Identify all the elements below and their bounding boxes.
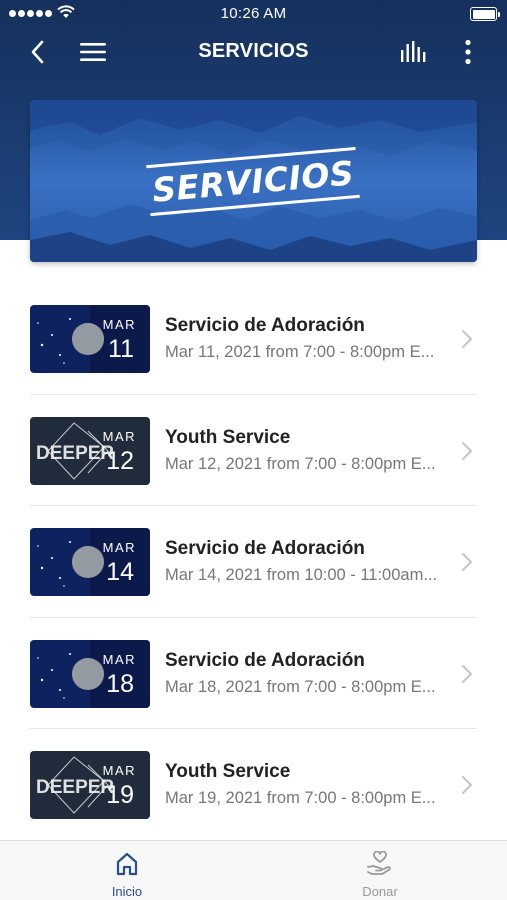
event-row[interactable]: DEEPER MAR 12 Youth Service Mar 12, 2021… [30,395,477,506]
chevron-right-icon [462,330,472,348]
tab-inicio[interactable]: Inicio [47,841,207,900]
banner-text: SERVICIOS [149,151,358,212]
chevron-right-icon [462,776,472,794]
event-thumbnail: MAR 18 [30,639,150,708]
event-day: 14 [106,558,134,586]
home-icon [116,852,138,876]
tab-label: Donar [362,884,398,899]
event-day: 12 [106,446,134,475]
event-datetime: Mar 14, 2021 from 10:00 - 11:00am... [165,566,438,584]
event-day: 11 [108,335,134,363]
event-thumbnail: DEEPER MAR 12 [30,416,150,485]
event-title: Youth Service [165,761,291,782]
chevron-right-icon [462,664,472,683]
event-thumbnail: MAR 14 [30,528,150,596]
donate-hand-heart-icon [367,851,391,875]
more-options-button[interactable] [452,36,484,68]
audio-button[interactable] [398,36,430,68]
page-title: SERVICIOS [198,40,309,62]
event-title: Youth Service [165,426,291,448]
svg-text:DEEPER: DEEPER [36,443,114,464]
battery-icon [470,7,500,21]
event-month: MAR [102,428,136,444]
event-month: MAR [102,651,136,667]
tab-label: Inicio [111,884,143,899]
event-title: Servicio de Adoración [165,315,365,336]
event-title: Servicio de Adoración [165,538,365,559]
event-month: MAR [102,540,136,555]
tab-bar: Inicio Donar [0,840,507,900]
event-title: Servicio de Adoración [165,649,365,671]
event-datetime: Mar 18, 2021 from 7:00 - 8:00pm E... [165,677,436,696]
status-bar: 10:26 AM [0,0,507,28]
svg-text:DEEPER: DEEPER [36,777,114,798]
event-month: MAR [102,317,136,332]
event-row[interactable]: MAR 18 Servicio de Adoración Mar 18, 202… [30,618,477,729]
event-day: 19 [106,781,134,809]
event-datetime: Mar 12, 2021 from 7:00 - 8:00pm E... [165,454,436,473]
tab-donar[interactable]: Donar [300,841,460,900]
event-row[interactable]: DEEPER MAR 19 Youth Service Mar 19, 2021… [30,729,477,841]
nav-bar: SERVICIOS [0,28,507,76]
event-datetime: Mar 11, 2021 from 7:00 - 8:00pm E... [165,343,435,361]
event-thumbnail: DEEPER MAR 19 [30,751,150,819]
audio-bars-icon [401,41,426,62]
event-list: MAR 11 Servicio de Adoración Mar 11, 202… [30,283,477,841]
event-day: 18 [106,669,134,698]
event-month: MAR [102,763,136,778]
hero-banner: SERVICIOS [30,100,477,262]
status-time: 10:26 AM [220,5,287,22]
event-datetime: Mar 19, 2021 from 7:00 - 8:00pm E... [165,789,436,807]
banner-title: SERVICIOS [30,100,477,262]
event-row[interactable]: MAR 11 Servicio de Adoración Mar 11, 202… [30,283,477,395]
chevron-right-icon [462,441,472,460]
more-vertical-icon [465,39,471,65]
event-thumbnail: MAR 11 [30,305,150,373]
event-row[interactable]: MAR 14 Servicio de Adoración Mar 14, 202… [30,506,477,618]
chevron-right-icon [462,553,472,571]
